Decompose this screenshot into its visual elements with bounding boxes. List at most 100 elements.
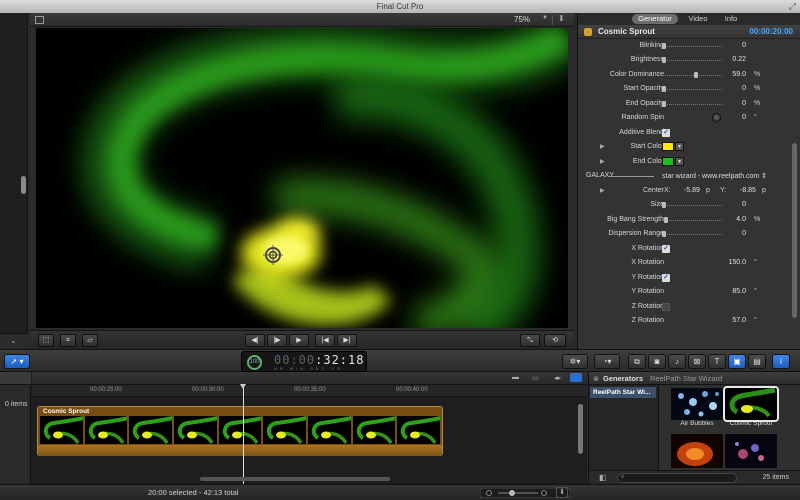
audio-skimming-icon[interactable]: ▭ <box>532 374 539 382</box>
inspector-toggle-icon[interactable]: i <box>772 354 790 369</box>
param-value[interactable]: 59.0 <box>732 71 746 78</box>
param-value[interactable]: 0.22 <box>732 56 746 63</box>
timeline-vertical-scrollbar[interactable] <box>578 404 583 454</box>
music-icon[interactable]: ♪ <box>668 354 686 369</box>
playhead[interactable] <box>240 384 246 484</box>
param-slider[interactable] <box>662 57 722 63</box>
param-value[interactable]: 0 <box>742 100 746 107</box>
dashboard-timecode[interactable]: 100 00:00:32:18 HR MIN SEC FR <box>241 351 367 372</box>
slider-thumb[interactable] <box>662 43 666 49</box>
playhead-cap[interactable] <box>240 384 246 389</box>
snapping-icon[interactable] <box>570 373 582 382</box>
timeline-horizontal-scrollbar[interactable] <box>200 477 390 481</box>
generators-icon[interactable]: ▣ <box>728 354 746 369</box>
play-button[interactable]: ▶ <box>289 334 309 347</box>
browser-search-input[interactable]: ⌕ <box>617 473 737 483</box>
previous-frame-button[interactable]: ◀| <box>245 334 265 347</box>
y-rotation-checkbox[interactable]: ✓ <box>662 274 670 282</box>
photos-icon[interactable]: ◙ <box>648 354 666 369</box>
skimming-icon[interactable]: ◂▸ <box>554 374 561 382</box>
tile-cosmic-sprout[interactable] <box>723 386 779 422</box>
disclosure-triangle-icon[interactable]: ▶ <box>600 143 605 150</box>
start-color-swatch[interactable] <box>662 142 674 151</box>
timeline-ruler[interactable]: 00:00:25:00 00:00:30:00 00:00:35:00 00:0… <box>32 385 587 397</box>
param-slider[interactable] <box>662 217 722 223</box>
tab-video[interactable]: Video <box>682 14 714 24</box>
x-rotation-checkbox[interactable]: ✓ <box>662 245 670 253</box>
viewer-canvas[interactable] <box>36 28 568 328</box>
color-dropdown-icon[interactable]: ▼ <box>675 142 684 151</box>
select-tool-button[interactable]: ➚ ▾ <box>4 354 30 369</box>
param-slider[interactable] <box>662 101 722 107</box>
galaxy-popup[interactable]: star wizard - www.reelpath.com ⇕ <box>662 172 767 180</box>
param-value[interactable]: 4.0 <box>736 216 746 223</box>
clip-appearance-icon[interactable]: ▬ <box>512 374 519 381</box>
generator-duration: 00:00:20:00 <box>749 27 793 36</box>
tile-nebula[interactable] <box>725 434 777 468</box>
param-slider[interactable] <box>662 72 722 78</box>
themes-icon[interactable]: ▤ <box>748 354 766 369</box>
slider-thumb[interactable] <box>664 217 668 223</box>
timeline-settings-icon[interactable]: ⬇ <box>556 487 568 498</box>
next-frame-button[interactable]: |▶ <box>267 334 287 347</box>
tab-info[interactable]: Info <box>718 14 744 24</box>
param-slider[interactable] <box>662 202 722 208</box>
tile-air-bubbles[interactable] <box>671 388 723 420</box>
param-value[interactable]: 85.0 <box>732 288 746 295</box>
rotation-dial[interactable] <box>712 113 721 122</box>
slider-thumb[interactable] <box>662 231 666 237</box>
background-tasks-icon[interactable]: 100 <box>247 355 262 370</box>
tile-fire-glow[interactable] <box>671 434 723 468</box>
fullscreen-playback-icon[interactable]: ⤡ <box>520 334 540 347</box>
transitions-icon[interactable]: ⊠ <box>688 354 706 369</box>
browser-sidebar-toggle-icon[interactable]: ◧ <box>599 473 607 482</box>
go-to-end-button[interactable]: ▶| <box>337 334 357 347</box>
disclosure-triangle-icon[interactable]: ▶ <box>600 187 605 194</box>
param-value[interactable]: 0 <box>742 201 746 208</box>
loop-playback-icon[interactable]: ⟲ <box>544 334 566 347</box>
slider-thumb[interactable] <box>662 101 666 107</box>
category-item-reelpath[interactable]: ReelPath Star Wi... <box>590 387 656 398</box>
slider-thumb[interactable] <box>662 57 666 63</box>
viewer-zoom[interactable]: 75% <box>514 15 530 24</box>
tab-generator[interactable]: Generator <box>632 14 678 24</box>
go-to-start-button[interactable]: |◀ <box>315 334 335 347</box>
slider-thumb[interactable] <box>662 86 666 92</box>
center-x-value[interactable]: -5.89 <box>684 187 700 194</box>
browser-clip-icon[interactable]: ⧉ <box>628 354 646 369</box>
enhance-button[interactable]: ✲▾ <box>562 354 588 369</box>
end-color-swatch[interactable] <box>662 157 674 166</box>
param-value[interactable]: 57.0 <box>732 317 746 324</box>
titles-icon[interactable]: T <box>708 354 726 369</box>
clip-bottom-bar <box>38 445 442 456</box>
param-label: Y Rotation <box>631 274 664 281</box>
fire-glow-thumbnail <box>671 434 723 468</box>
z-rotation-checkbox[interactable] <box>662 303 670 311</box>
param-value[interactable]: 0 <box>742 114 746 121</box>
distort-icon[interactable]: ▱ <box>82 334 98 347</box>
param-value[interactable]: 0 <box>742 230 746 237</box>
crop-icon[interactable]: ⌗ <box>60 334 76 347</box>
disclosure-triangle-icon[interactable]: ▶ <box>600 158 605 165</box>
inspector-scrollbar[interactable] <box>792 143 797 318</box>
param-value[interactable]: 150.0 <box>728 259 746 266</box>
retime-button[interactable]: ◔▾ <box>594 354 620 369</box>
param-slider[interactable] <box>662 86 722 92</box>
param-slider[interactable] <box>662 43 722 49</box>
slider-thumb[interactable] <box>694 72 698 78</box>
viewer-options-icon[interactable]: ⬇ <box>558 14 565 23</box>
timeline-clip[interactable]: Cosmic Sprout <box>37 406 443 456</box>
panel-scroll-knob[interactable] <box>21 176 26 194</box>
zoom-dropdown-icon[interactable]: ▼ <box>542 15 548 21</box>
center-y-value[interactable]: -8.85 <box>740 187 756 194</box>
param-slider[interactable] <box>662 231 722 237</box>
param-value[interactable]: 0 <box>742 42 746 49</box>
library-toggle-icon[interactable]: ⌄ <box>10 336 17 345</box>
param-value[interactable]: 0 <box>742 85 746 92</box>
fullscreen-icon[interactable]: ⤢ <box>789 0 796 13</box>
slider-thumb[interactable] <box>662 202 666 208</box>
transform-icon[interactable]: ⬚ <box>38 334 54 347</box>
color-dropdown-icon[interactable]: ▼ <box>675 157 684 166</box>
additive-blend-checkbox[interactable]: ✓ <box>662 129 670 137</box>
param-size: Size 0 <box>578 199 790 213</box>
